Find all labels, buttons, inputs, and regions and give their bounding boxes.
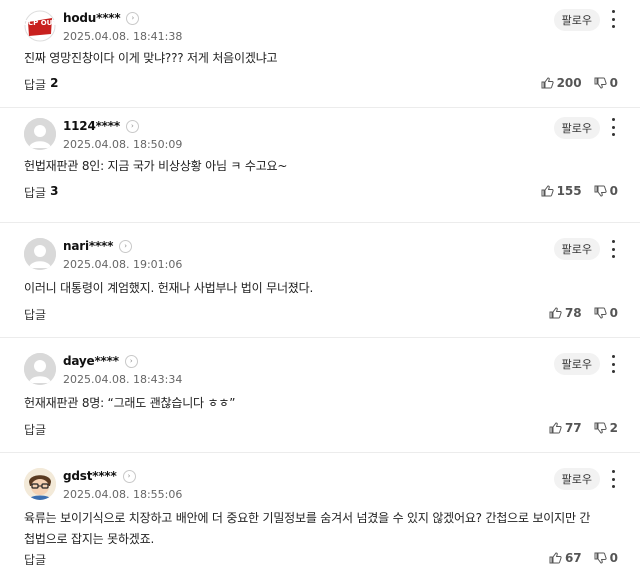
comment-item: gdst**** › 2025.04.08. 18:55:06 팔로우 육류는 … xyxy=(0,453,640,577)
avatar[interactable] xyxy=(24,118,56,150)
comment-meta: daye**** › 2025.04.08. 18:43:34 xyxy=(63,353,182,386)
like-count: 155 xyxy=(556,184,582,198)
dislike-button[interactable]: 0 xyxy=(594,76,618,90)
comment-meta: nari**** › 2025.04.08. 19:01:06 xyxy=(63,238,182,271)
default-avatar-icon xyxy=(24,118,56,150)
comment-meta: gdst**** › 2025.04.08. 18:55:06 xyxy=(63,468,182,501)
thumbs-up-icon xyxy=(541,185,554,197)
comment-date: 2025.04.08. 18:50:09 xyxy=(63,138,183,151)
nickname[interactable]: hodu**** xyxy=(63,11,121,25)
comment-date: 2025.04.08. 18:43:34 xyxy=(63,373,183,386)
nickname[interactable]: 1124**** xyxy=(63,119,120,133)
thumbs-down-icon xyxy=(594,307,607,319)
comment-item: CCP OUT hodu**** › 2025.04.08. 18:41:38 … xyxy=(0,0,640,108)
reply-label: 답글 xyxy=(24,78,47,92)
profile-arrow-icon[interactable]: › xyxy=(119,239,133,253)
more-options-icon[interactable] xyxy=(608,240,618,258)
profile-arrow-icon[interactable]: › xyxy=(126,11,140,25)
like-count: 78 xyxy=(564,306,582,320)
comment-item: 1124**** › 2025.04.08. 18:50:09 팔로우 헌법재판… xyxy=(0,108,640,223)
dislike-count: 0 xyxy=(609,184,618,198)
dislike-count: 0 xyxy=(609,306,618,320)
default-avatar-icon xyxy=(24,238,56,270)
more-options-icon[interactable] xyxy=(608,355,618,373)
avatar-logo-text: CCP OUT xyxy=(24,19,56,27)
profile-arrow-icon[interactable]: › xyxy=(125,119,139,133)
like-button[interactable]: 77 xyxy=(549,421,582,435)
comment-item: nari**** › 2025.04.08. 19:01:06 팔로우 이러니 … xyxy=(0,223,640,338)
profile-arrow-icon[interactable]: › xyxy=(124,354,138,368)
like-count: 77 xyxy=(564,421,582,435)
dislike-button[interactable]: 2 xyxy=(594,421,618,435)
reply-button[interactable]: 답글 xyxy=(24,421,46,438)
thumbs-down-icon xyxy=(594,422,607,434)
avatar[interactable] xyxy=(24,238,56,270)
thumbs-up-icon xyxy=(541,77,554,89)
follow-button[interactable]: 팔로우 xyxy=(553,9,600,31)
thumbs-down-icon xyxy=(594,77,607,89)
like-count: 200 xyxy=(556,76,582,90)
comment-text: 진짜 영망진창이다 이게 맞냐??? 저게 처음이겠냐고 xyxy=(24,51,278,65)
avatar[interactable] xyxy=(24,468,56,500)
comment-list: CCP OUT hodu**** › 2025.04.08. 18:41:38 … xyxy=(0,0,640,577)
thumbs-down-icon xyxy=(594,552,607,564)
follow-button[interactable]: 팔로우 xyxy=(553,238,600,260)
reply-label: 답글 xyxy=(24,423,47,437)
reply-count: 2 xyxy=(50,76,59,90)
thumbs-up-icon xyxy=(549,552,562,564)
comment-meta: hodu**** › 2025.04.08. 18:41:38 xyxy=(63,10,182,43)
reply-label: 답글 xyxy=(24,553,47,567)
comment-text: 헌재재판관 8명: “그래도 괜찮습니다 ㅎㅎ” xyxy=(24,396,236,410)
comment-meta: 1124**** › 2025.04.08. 18:50:09 xyxy=(63,118,182,151)
like-button[interactable]: 155 xyxy=(541,184,582,198)
comment-date: 2025.04.08. 19:01:06 xyxy=(63,258,183,271)
nickname[interactable]: daye**** xyxy=(63,354,119,368)
like-button[interactable]: 200 xyxy=(541,76,582,90)
thumbs-down-icon xyxy=(594,185,607,197)
reply-label: 답글 xyxy=(24,308,47,322)
dislike-button[interactable]: 0 xyxy=(594,184,618,198)
comment-text: 육류는 보이기식으로 치장하고 배안에 더 중요한 기밀정보를 숨겨서 넘겼을 … xyxy=(24,511,591,546)
reply-count: 3 xyxy=(50,184,59,198)
dislike-button[interactable]: 0 xyxy=(594,551,618,565)
dislike-count: 0 xyxy=(609,551,618,565)
reply-button[interactable]: 답글 xyxy=(24,551,46,568)
comment-date: 2025.04.08. 18:41:38 xyxy=(63,30,183,43)
nickname[interactable]: gdst**** xyxy=(63,469,117,483)
follow-button[interactable]: 팔로우 xyxy=(553,353,600,375)
character-avatar-icon xyxy=(24,468,56,500)
comment-text: 이러니 대통령이 계엄했지. 헌재나 사법부나 법이 무너졌다. xyxy=(24,281,314,295)
avatar[interactable]: CCP OUT xyxy=(24,10,56,42)
vote-group: 77 2 xyxy=(549,421,618,435)
thumbs-up-icon xyxy=(549,307,562,319)
comment-item: daye**** › 2025.04.08. 18:43:34 팔로우 헌재재판… xyxy=(0,338,640,453)
nickname[interactable]: nari**** xyxy=(63,239,113,253)
thumbs-up-icon xyxy=(549,422,562,434)
dislike-button[interactable]: 0 xyxy=(594,306,618,320)
reply-button[interactable]: 답글 2 xyxy=(24,76,58,93)
profile-arrow-icon[interactable]: › xyxy=(122,469,136,483)
dislike-count: 0 xyxy=(609,76,618,90)
like-count: 67 xyxy=(564,551,582,565)
more-options-icon[interactable] xyxy=(608,10,618,28)
dislike-count: 2 xyxy=(609,421,618,435)
more-options-icon[interactable] xyxy=(608,470,618,488)
vote-group: 67 0 xyxy=(549,551,618,565)
like-button[interactable]: 67 xyxy=(549,551,582,565)
vote-group: 78 0 xyxy=(549,306,618,320)
vote-group: 200 0 xyxy=(541,76,618,90)
comment-text: 헌법재판관 8인: 지금 국가 비상상황 아님 ㅋ 수고요~ xyxy=(24,159,288,173)
comment-date: 2025.04.08. 18:55:06 xyxy=(63,488,183,501)
avatar[interactable] xyxy=(24,353,56,385)
reply-button[interactable]: 답글 3 xyxy=(24,184,58,201)
reply-button[interactable]: 답글 xyxy=(24,306,46,323)
follow-button[interactable]: 팔로우 xyxy=(553,117,600,139)
reply-label: 답글 xyxy=(24,186,47,200)
default-avatar-icon xyxy=(24,353,56,385)
more-options-icon[interactable] xyxy=(608,118,618,136)
follow-button[interactable]: 팔로우 xyxy=(553,468,600,490)
like-button[interactable]: 78 xyxy=(549,306,582,320)
vote-group: 155 0 xyxy=(541,184,618,198)
